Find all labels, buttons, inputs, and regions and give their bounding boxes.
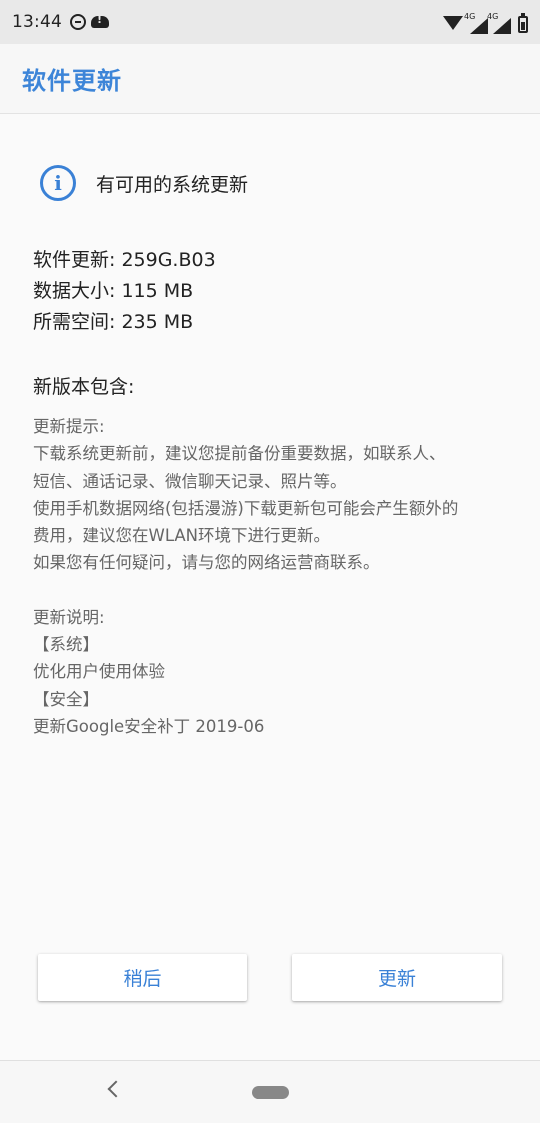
tips-line: 费用，建议您在WLAN环境下进行更新。 [33, 526, 331, 546]
update-available-text: 有可用的系统更新 [96, 173, 249, 196]
info-icon: i [40, 165, 76, 201]
later-button[interactable]: 稍后 [38, 954, 247, 1001]
do-not-disturb-icon [70, 14, 86, 30]
battery-icon [518, 13, 528, 33]
notes-spacer [33, 577, 513, 604]
back-icon[interactable] [107, 1080, 125, 1098]
wifi-icon [443, 16, 463, 30]
cloud-alert-icon [91, 13, 109, 28]
desc-line: 优化用户使用体验 [33, 662, 165, 682]
app-bar: 软件更新 [0, 44, 540, 114]
desc-line: 更新Google安全补丁 2019-06 [33, 716, 265, 736]
signal-icon-1: 4G [464, 12, 488, 34]
page-title: 软件更新 [22, 67, 122, 95]
status-left-icons [70, 13, 109, 30]
version-text: 软件更新: 259G.B03 [33, 249, 216, 271]
desc-line: 【系统】 [33, 635, 99, 655]
status-time: 13:44 [12, 12, 62, 32]
status-bar: 13:44 4G 4G [0, 0, 540, 44]
navigation-bar [0, 1060, 540, 1123]
signal-icon-2: 4G [487, 12, 511, 34]
desc-header: 更新说明: [33, 607, 105, 627]
tips-line: 下载系统更新前，建议您提前备份重要数据，如联系人、 [33, 444, 446, 464]
home-pill-icon[interactable] [252, 1086, 289, 1099]
tips-header: 更新提示: [33, 417, 105, 436]
status-right-icons: 4G 4G [443, 10, 528, 34]
update-available-notice: i 有可用的系统更新 [40, 165, 248, 201]
update-button[interactable]: 更新 [292, 954, 502, 1001]
desc-line: 【安全】 [33, 689, 99, 709]
data-size-text: 数据大小: 115 MB [33, 280, 194, 302]
required-space-text: 所需空间: 235 MB [33, 311, 194, 333]
section-title: 新版本包含: [33, 376, 135, 398]
tips-line: 短信、通话记录、微信聊天记录、照片等。 [33, 471, 347, 491]
update-meta: 软件更新: 259G.B03 数据大小: 115 MB 所需空间: 235 MB [33, 245, 216, 338]
release-notes: 更新提示: 下载系统更新前，建议您提前备份重要数据，如联系人、 短信、通话记录、… [33, 413, 513, 740]
tips-line: 使用手机数据网络(包括漫游)下载更新包可能会产生额外的 [33, 498, 459, 518]
tips-line: 如果您有任何疑问，请与您的网络运营商联系。 [33, 553, 380, 573]
